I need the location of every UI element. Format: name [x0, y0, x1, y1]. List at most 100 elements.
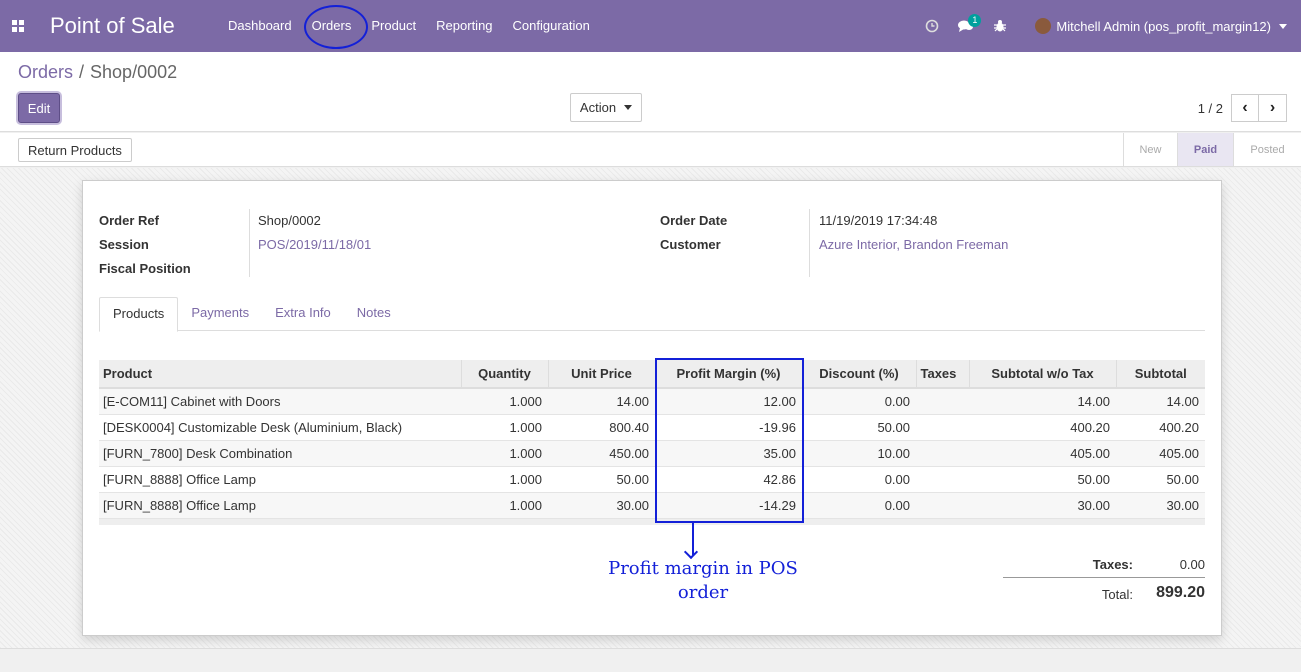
tab-extra-info[interactable]: Extra Info: [262, 297, 344, 331]
cell-subtotal: 400.20: [1116, 414, 1205, 441]
col-unit-price[interactable]: Unit Price: [547, 360, 655, 389]
menu-dashboard[interactable]: Dashboard: [218, 0, 302, 52]
cell-quantity: 1.000: [461, 414, 548, 441]
table-row[interactable]: [FURN_7800] Desk Combination 1.000 450.00 3…: [99, 440, 1205, 467]
cell-product: [FURN_7800] Desk Combination: [99, 440, 461, 467]
cell-discount: 0.00: [802, 466, 916, 493]
grand-total-value: 899.20: [1156, 584, 1205, 601]
cell-product: [FURN_8888] Office Lamp: [99, 492, 461, 519]
cell-product: [E-COM11] Cabinet with Doors: [99, 388, 461, 415]
cell-subtotal-wo-tax: 50.00: [969, 466, 1116, 493]
cell-taxes: [916, 466, 969, 493]
messages-icon[interactable]: 1: [955, 14, 982, 37]
user-avatar[interactable]: [1035, 18, 1052, 34]
table-row[interactable]: [DESK0004] Customizable Desk (Aluminium,…: [99, 414, 1205, 441]
breadcrumb-separator: /: [79, 62, 85, 82]
return-products-button[interactable]: Return Products: [18, 138, 132, 162]
grand-total-row: Total: 899.20: [1003, 584, 1205, 610]
cell-discount: 0.00: [802, 388, 916, 415]
messages-badge: 1: [968, 14, 982, 27]
breadcrumb: Orders / Shop/0002: [18, 62, 177, 83]
col-quantity[interactable]: Quantity: [460, 360, 548, 389]
action-caret-icon: [624, 105, 633, 110]
table-row[interactable]: [E-COM11] Cabinet with Doors 1.000 14.00 12…: [99, 388, 1205, 415]
col-product[interactable]: Product: [99, 360, 461, 389]
cell-quantity: 1.000: [461, 466, 548, 493]
cell-subtotal-wo-tax: 30.00: [969, 492, 1116, 519]
chevron-left-icon: ‹: [1242, 99, 1248, 116]
col-profit-margin[interactable]: Profit Margin (%): [654, 360, 802, 389]
cell-taxes: [916, 388, 969, 415]
menu-configuration[interactable]: Configuration: [503, 0, 600, 52]
notebook-tabs: Products Payments Extra Info Notes: [99, 297, 1205, 332]
table-row[interactable]: [FURN_8888] Office Lamp 1.000 30.00 -14.29 0…: [99, 492, 1205, 519]
customer-link[interactable]: Azure Interior, Brandon Freeman: [819, 237, 1008, 252]
apps-menu-button[interactable]: [0, 0, 36, 52]
form-sheet: Order Ref Shop/0002 Session POS/2019/11/…: [82, 180, 1222, 636]
cell-profit-margin: -19.96: [655, 414, 802, 441]
cell-taxes: [916, 414, 969, 441]
stage-paid: Paid: [1177, 133, 1233, 166]
debug-bug-icon[interactable]: [989, 15, 1011, 37]
cell-profit-margin: -14.29: [655, 492, 802, 519]
customer-label: Customer: [660, 237, 721, 252]
pager: 1 / 2 ‹ ›: [1198, 94, 1287, 122]
totals-separator: [1003, 577, 1205, 578]
pager-previous-button[interactable]: ‹: [1231, 94, 1259, 122]
menu-product[interactable]: Product: [361, 0, 426, 52]
cell-unit-price: 50.00: [548, 466, 655, 493]
col-taxes[interactable]: Taxes: [915, 360, 969, 389]
order-totals: Taxes: 0.00 Total: 899.20: [1003, 551, 1205, 610]
cell-subtotal-wo-tax: 400.20: [969, 414, 1116, 441]
col-subtotal-wo-tax[interactable]: Subtotal w/o Tax: [968, 360, 1116, 389]
taxes-total-value: 0.00: [1179, 557, 1205, 572]
cell-unit-price: 800.40: [548, 414, 655, 441]
col-discount[interactable]: Discount (%): [801, 360, 916, 389]
order-date-label: Order Date: [660, 213, 728, 228]
user-menu-caret-icon[interactable]: [1279, 23, 1287, 29]
chevron-right-icon: ›: [1269, 99, 1276, 116]
cell-discount: 50.00: [802, 414, 916, 441]
cell-profit-margin: 12.00: [655, 388, 802, 415]
tab-notes[interactable]: Notes: [344, 297, 404, 331]
menu-reporting[interactable]: Reporting: [426, 0, 502, 52]
cell-unit-price: 450.00: [548, 440, 655, 467]
field-divider-left: [249, 209, 250, 277]
user-menu-label[interactable]: Mitchell Admin (pos_profit_margin12): [1056, 19, 1271, 34]
tab-payments[interactable]: Payments: [178, 297, 262, 331]
breadcrumb-orders-link[interactable]: Orders: [18, 62, 73, 82]
stage-posted: Posted: [1233, 133, 1301, 166]
main-menu: Dashboard Orders Product Reporting Confi…: [218, 0, 600, 52]
activity-clock-icon[interactable]: [921, 15, 943, 37]
cell-discount: 10.00: [802, 440, 916, 467]
menu-orders[interactable]: Orders: [302, 0, 368, 52]
breadcrumb-current: Shop/0002: [90, 62, 178, 82]
annotation-text: Profit margin in POS order: [603, 557, 803, 605]
cell-quantity: 1.000: [461, 388, 548, 415]
annotation-line-2: order: [677, 582, 729, 603]
pager-next-button[interactable]: ›: [1259, 94, 1287, 122]
action-dropdown-button[interactable]: Action: [570, 93, 642, 122]
pager-value[interactable]: 1 / 2: [1198, 101, 1223, 116]
session-link[interactable]: POS/2019/11/18/01: [258, 237, 371, 252]
table-footer: [99, 518, 1205, 525]
cell-subtotal: 50.00: [1116, 466, 1205, 493]
form-statusbar: Return Products New Paid Posted: [0, 133, 1301, 167]
order-ref-label: Order Ref: [99, 213, 159, 228]
fiscal-position-label: Fiscal Position: [99, 261, 191, 276]
order-ref-value: Shop/0002: [258, 213, 321, 228]
cell-unit-price: 30.00: [548, 492, 655, 519]
stage-new: New: [1123, 133, 1177, 166]
cell-taxes: [916, 492, 969, 519]
field-divider-right: [809, 209, 810, 277]
edit-button[interactable]: Edit: [18, 93, 60, 123]
apps-grid-icon: [12, 20, 24, 32]
table-row[interactable]: [FURN_8888] Office Lamp 1.000 50.00 42.86 0.…: [99, 466, 1205, 493]
cell-profit-margin: 42.86: [655, 466, 802, 493]
tab-products[interactable]: Products: [99, 297, 179, 332]
cell-subtotal: 30.00: [1116, 492, 1205, 519]
col-subtotal[interactable]: Subtotal: [1115, 360, 1205, 389]
cell-subtotal-wo-tax: 405.00: [969, 440, 1116, 467]
cell-product: [FURN_8888] Office Lamp: [99, 466, 461, 493]
control-panel: Orders / Shop/0002 Edit Action 1 / 2 ‹ ›: [0, 52, 1301, 132]
